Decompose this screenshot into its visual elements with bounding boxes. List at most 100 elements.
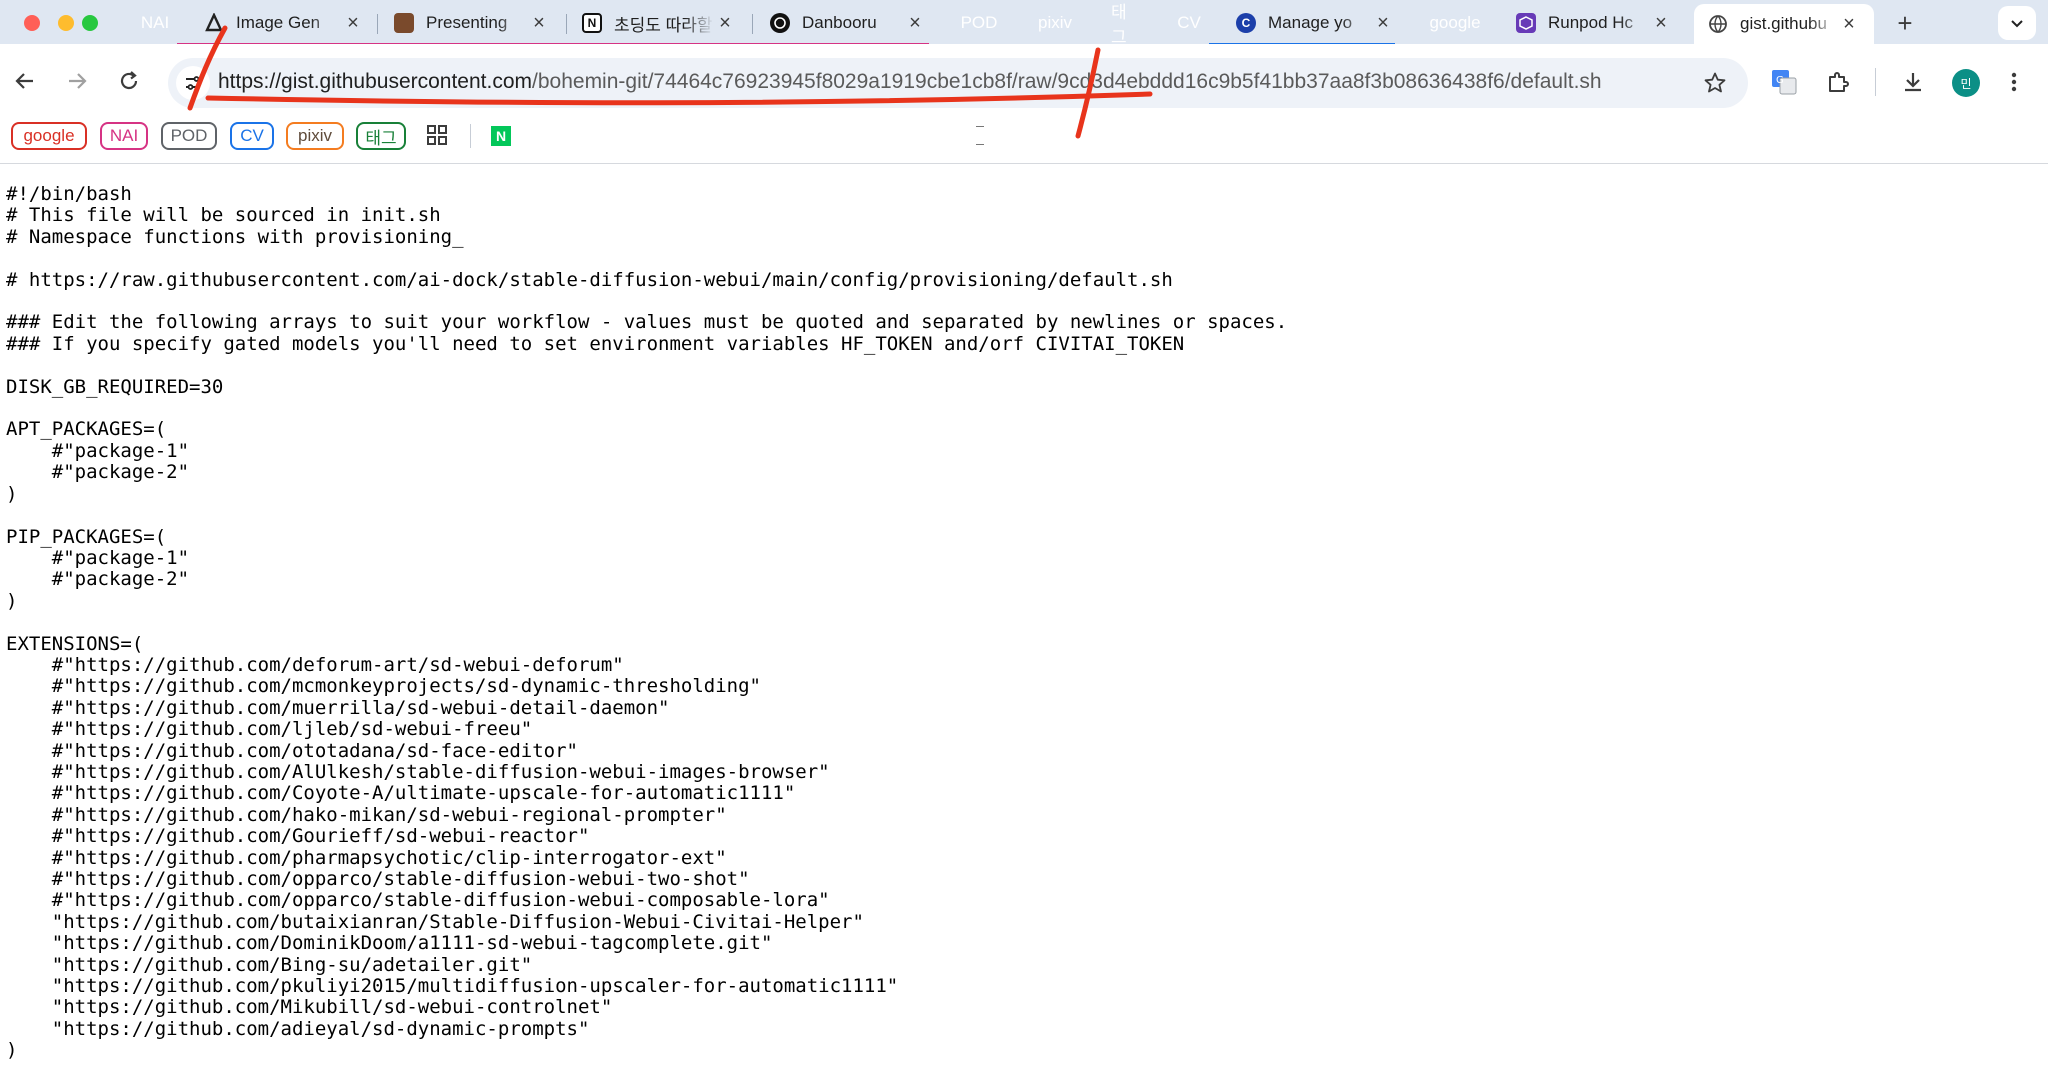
forward-button[interactable] [62, 66, 92, 96]
code-line: ) [6, 589, 18, 612]
bookmark-nai[interactable]: NAI [100, 122, 148, 150]
profile-initial: 민 [1960, 76, 1972, 91]
tab-gist-active[interactable]: gist.githubu × [1694, 4, 1874, 44]
tab-title: Manage yo [1268, 13, 1353, 32]
code-line: "https://github.com/DominikDoom/a1111-sd… [6, 932, 773, 955]
close-icon[interactable]: × [342, 12, 364, 35]
tab-group-cv[interactable]: CV [1169, 10, 1209, 36]
window-minimize-button[interactable] [58, 15, 74, 31]
tab-group-google[interactable]: google [1420, 10, 1490, 36]
raw-file-content: #!/bin/bash # This file will be sourced i… [6, 183, 2036, 1062]
url-host: https://gist.githubusercontent.com [218, 70, 533, 93]
tab-group-label: POD [960, 13, 998, 32]
tab-title: 초딩도 따라할 [614, 15, 713, 35]
bookmark-tag[interactable]: 태그 [356, 122, 406, 150]
tab-image-gen[interactable]: Image Gen × [204, 6, 364, 40]
url-text[interactable]: https://gist.githubusercontent.com/bohem… [218, 70, 1602, 94]
code-line: #"https://github.com/ototadana/sd-face-e… [6, 739, 578, 762]
new-tab-button[interactable]: + [1890, 8, 1920, 38]
code-line: "https://github.com/butaixianran/Stable-… [6, 910, 864, 933]
bookmark-google[interactable]: google [11, 122, 87, 150]
code-line: # This file will be sourced in init.sh [6, 204, 441, 227]
code-line: #"package-1" [6, 546, 190, 569]
tab-notion[interactable]: N 초딩도 따라할 × [582, 6, 736, 40]
tab-title: Image Gen [236, 13, 321, 32]
window-zoom-button[interactable] [82, 15, 98, 31]
code-line: #"https://github.com/AlUlkesh/stable-dif… [6, 760, 830, 783]
code-line: PIP_PACKAGES=( [6, 525, 167, 548]
close-icon[interactable]: × [528, 12, 550, 35]
tab-runpod[interactable]: Runpod Hc × [1516, 6, 1672, 40]
apps-grid-icon[interactable] [426, 124, 448, 146]
profile-avatar[interactable]: 민 [1952, 69, 1980, 97]
window-close-button[interactable] [24, 15, 40, 31]
drag-mark [976, 126, 984, 127]
tab-title: Presenting [426, 13, 508, 32]
code-line: APT_PACKAGES=( [6, 418, 167, 441]
bookmark-label: CV [240, 126, 264, 145]
naver-icon[interactable]: N [491, 126, 511, 146]
bookmark-label: 태그 [365, 128, 397, 148]
close-icon[interactable]: × [904, 12, 926, 35]
tune-icon [186, 76, 200, 90]
tab-group-nai[interactable]: NAI [133, 10, 177, 36]
code-line: #"https://github.com/hako-mikan/sd-webui… [6, 803, 727, 826]
chevron-down-icon [2011, 20, 2023, 28]
tab-presenting[interactable]: Presenting × [394, 6, 550, 40]
tab-title: Runpod Hc [1548, 13, 1634, 32]
reload-button[interactable] [114, 66, 144, 96]
reload-icon [120, 71, 138, 90]
close-icon[interactable]: × [1372, 12, 1394, 35]
code-line: # Namespace functions with provisioning_ [6, 225, 464, 248]
tab-group-pixiv[interactable]: pixiv [1027, 10, 1083, 36]
toolbar-separator [1875, 68, 1876, 96]
drag-mark [976, 144, 984, 145]
globe-icon [1708, 14, 1728, 34]
download-icon [1905, 73, 1921, 92]
browser-menu-button[interactable] [1998, 66, 2030, 98]
close-icon[interactable]: × [714, 12, 736, 35]
code-line: #"https://github.com/muerrilla/sd-webui-… [6, 696, 670, 719]
bookmark-cv[interactable]: CV [230, 122, 274, 150]
tab-group-label: google [1429, 13, 1481, 32]
code-line: "https://github.com/adieyal/sd-dynamic-p… [6, 1017, 590, 1040]
tab-group-label: 태그 [1111, 3, 1127, 47]
code-line: #"https://github.com/deforum-art/sd-webu… [6, 653, 624, 676]
tab-group-label: NAI [140, 13, 170, 32]
tab-danbooru[interactable]: Danbooru × [770, 6, 926, 40]
code-line: #"https://github.com/pharmapsychotic/cli… [6, 846, 727, 869]
downloads-button[interactable] [1897, 66, 1929, 98]
extensions-button[interactable] [1822, 66, 1854, 98]
tab-search-button[interactable] [1998, 6, 2036, 40]
tab-title: gist.githubu [1740, 14, 1827, 33]
bookmark-pixiv[interactable]: pixiv [286, 122, 344, 150]
code-line: "https://github.com/pkuliyi2015/multidif… [6, 975, 899, 998]
code-line: ### Edit the following arrays to suit yo… [6, 311, 1288, 334]
civitai-icon: C [1236, 13, 1256, 33]
code-line: #"package-2" [6, 568, 190, 591]
book-icon [394, 13, 414, 33]
tab-manage[interactable]: C Manage yo × [1236, 6, 1394, 40]
tab-separator [566, 14, 567, 34]
close-icon[interactable]: × [1838, 13, 1860, 36]
code-line: DISK_GB_REQUIRED=30 [6, 375, 224, 398]
tab-group-tag[interactable]: 태그 [1103, 3, 1149, 47]
tab-group-label: pixiv [1037, 13, 1072, 32]
notion-icon: N [582, 13, 602, 33]
bookmark-label: POD [170, 126, 208, 145]
url-path: /bohemin-git/74464c76923945f8029a1919cbe… [532, 70, 1602, 93]
close-icon[interactable]: × [1650, 12, 1672, 35]
bookmark-pod[interactable]: POD [161, 122, 217, 150]
tab-group-pod[interactable]: POD [952, 10, 1006, 36]
tab-group-label: CV [1177, 13, 1201, 32]
google-translate-button[interactable]: G [1768, 66, 1800, 98]
puzzle-icon [1829, 72, 1849, 92]
openai-icon [770, 13, 790, 33]
tab-title: Danbooru [802, 13, 877, 32]
bookmark-star-button[interactable] [1700, 68, 1730, 98]
code-line: # https://raw.githubusercontent.com/ai-d… [6, 268, 1173, 291]
back-button[interactable] [10, 66, 40, 96]
site-info-button[interactable] [176, 66, 210, 100]
code-line: #"https://github.com/Coyote-A/ultimate-u… [6, 782, 796, 805]
